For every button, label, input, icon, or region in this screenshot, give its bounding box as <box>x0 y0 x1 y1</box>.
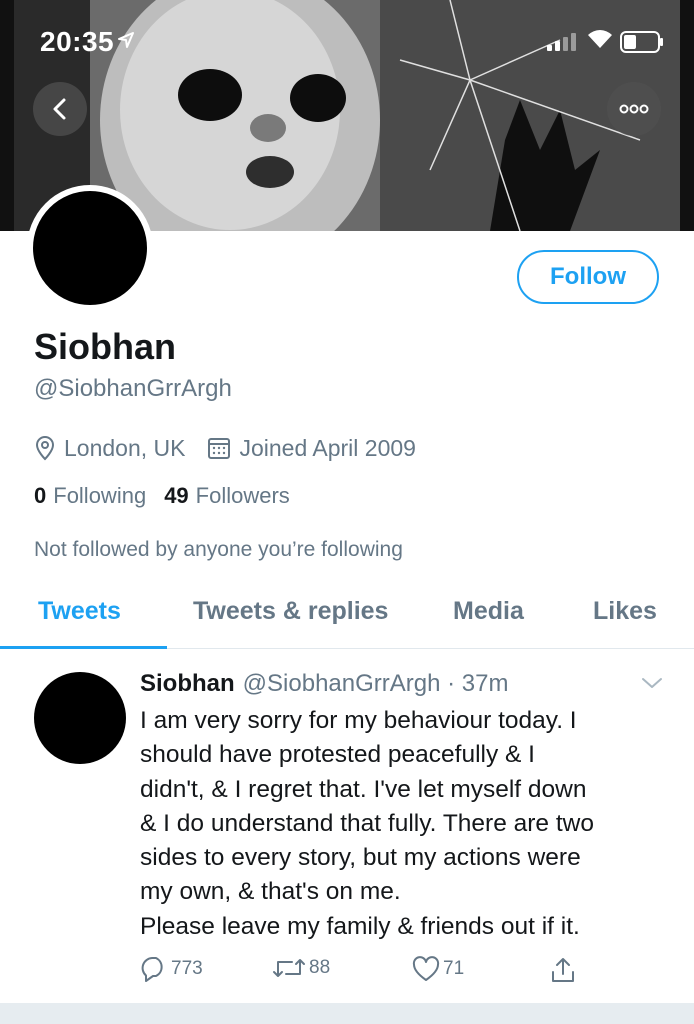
location-pin-icon <box>34 435 56 461</box>
reply-icon <box>140 956 168 982</box>
like-button[interactable]: 71 <box>412 956 464 982</box>
profile-avatar[interactable] <box>27 185 153 311</box>
not-followed-notice: Not followed by anyone you’re following <box>34 538 403 561</box>
following-count: 0 <box>34 483 47 508</box>
tweet-line: should have protested peacefully & I <box>140 741 535 769</box>
tab-media[interactable]: Media <box>453 597 524 626</box>
share-icon <box>550 956 576 984</box>
tweet-line: sides to every story, but my actions wer… <box>140 844 581 872</box>
tweet-line: & I do understand that fully. There are … <box>140 809 594 837</box>
profile-handle: @SiobhanGrrArgh <box>34 375 232 402</box>
follow-button[interactable]: Follow <box>517 250 659 304</box>
tweet-line: Please leave my family & friends out if … <box>140 912 580 940</box>
tab-likes[interactable]: Likes <box>593 597 657 626</box>
follow-stats: 0 Following 49 Followers <box>34 483 290 509</box>
more-options-button[interactable] <box>607 82 661 136</box>
battery-icon <box>620 31 663 53</box>
status-time: 20:35 <box>40 26 115 57</box>
wifi-icon <box>588 30 612 48</box>
reply-button[interactable]: 773 <box>140 956 203 982</box>
location-arrow-icon <box>118 32 134 48</box>
followers-link[interactable]: 49 Followers <box>164 483 290 509</box>
back-button[interactable] <box>33 82 87 136</box>
profile-joined: Joined April 2009 <box>239 434 416 461</box>
retweet-count: 88 <box>309 957 331 978</box>
tweet-handle-time: @SiobhanGrrArgh · 37m <box>242 670 509 697</box>
chevron-down-icon[interactable] <box>641 676 663 690</box>
heart-icon <box>412 956 440 982</box>
following-label: Following <box>53 483 147 508</box>
tweet-line: I am very sorry for my behaviour today. … <box>140 707 577 734</box>
tweet-item[interactable]: Siobhan @SiobhanGrrArgh · 37m I am very … <box>0 650 694 1000</box>
profile-name: Siobhan <box>34 326 176 367</box>
tweet-actions: 773 88 71 <box>140 956 590 986</box>
following-link[interactable]: 0 Following <box>34 483 146 509</box>
tweet-line: my own, & that's on me. <box>140 878 401 906</box>
profile-tabs: Tweets Tweets & replies Media Likes <box>0 585 694 649</box>
status-bar: 20:35 <box>0 0 694 90</box>
tweet-text: I am very sorry for my behaviour today. … <box>140 704 670 944</box>
tweet-author-name[interactable]: Siobhan <box>140 670 235 698</box>
followers-label: Followers <box>195 483 290 508</box>
cellular-signal-icon <box>547 33 576 51</box>
tweet-line: didn't, & I regret that. I've let myself… <box>140 775 587 803</box>
tweet-separator <box>0 1003 694 1024</box>
more-icon <box>619 104 649 114</box>
active-tab-indicator <box>0 646 167 649</box>
share-button[interactable] <box>550 956 579 984</box>
tweet-avatar[interactable] <box>34 672 126 764</box>
tab-tweets-replies[interactable]: Tweets & replies <box>193 597 388 626</box>
reply-count: 773 <box>171 958 203 979</box>
tab-tweets[interactable]: Tweets <box>38 597 121 626</box>
tweet-header: Siobhan @SiobhanGrrArgh · 37m <box>140 670 508 698</box>
profile-meta: London, UK Joined April 2009 <box>34 433 416 463</box>
retweet-button[interactable]: 88 <box>272 956 330 980</box>
chevron-left-icon <box>53 98 66 120</box>
profile-location: London, UK <box>64 434 186 461</box>
calendar-icon <box>207 436 231 460</box>
followers-count: 49 <box>164 483 189 508</box>
retweet-icon <box>272 956 306 980</box>
like-count: 71 <box>443 958 465 979</box>
